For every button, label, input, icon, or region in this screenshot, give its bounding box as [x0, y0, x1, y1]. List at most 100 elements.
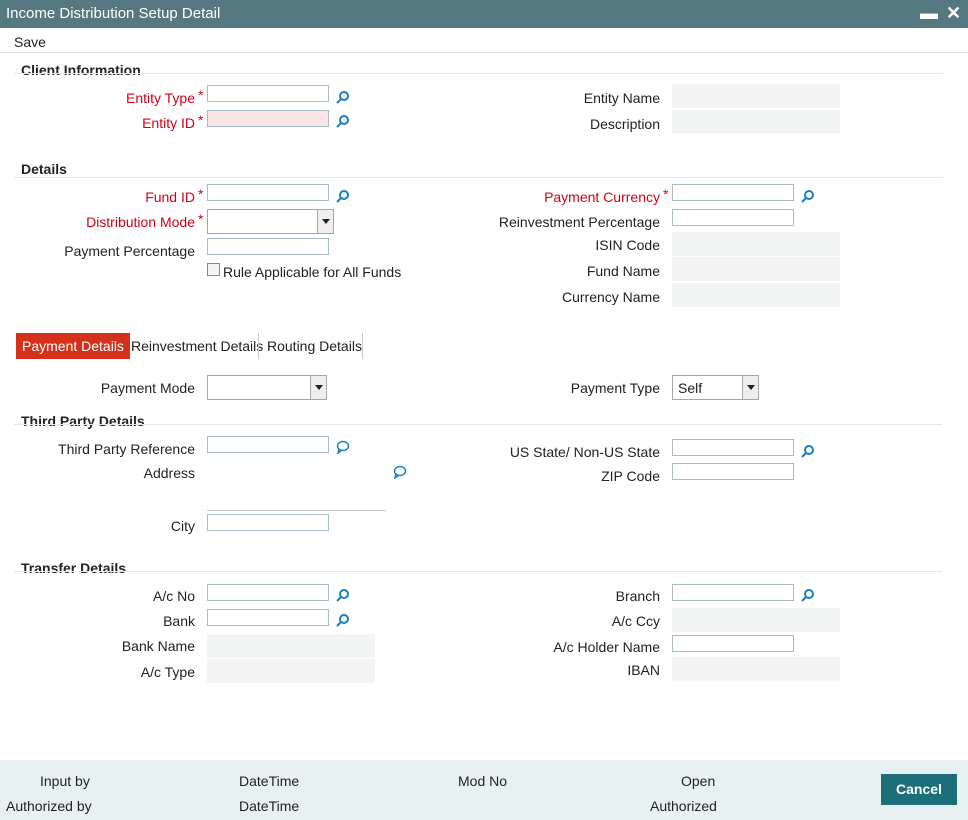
audit-footer: Input by Authorized by DateTime DateTime…: [0, 760, 968, 820]
ac-holder-name-label: A/c Holder Name: [553, 639, 660, 655]
city-input[interactable]: [207, 514, 329, 531]
us-state-lookup-icon[interactable]: [801, 444, 815, 458]
payment-type-select[interactable]: Self: [672, 375, 759, 400]
third-party-reference-input[interactable]: [207, 436, 329, 453]
required-mark: *: [198, 186, 204, 202]
ac-no-label: A/c No: [152, 588, 195, 604]
section-divider: [14, 177, 942, 178]
payment-mode-label: Payment Mode: [100, 380, 195, 396]
entity-name-label: Entity Name: [583, 90, 660, 106]
zip-code-label: ZIP Code: [601, 468, 660, 484]
entity-type-label: Entity Type: [125, 90, 195, 106]
menu-bar: Save: [0, 28, 968, 53]
bank-label: Bank: [163, 613, 195, 629]
currency-name-field: [672, 283, 840, 307]
iban-field: [672, 657, 840, 681]
third-party-details-heading: Third Party Details: [21, 413, 145, 429]
branch-label: Branch: [615, 588, 660, 604]
fund-id-label: Fund ID: [145, 189, 195, 205]
address-field[interactable]: [207, 510, 386, 511]
reinvestment-percentage-input[interactable]: [672, 209, 794, 226]
speech-bubble-icon[interactable]: [336, 440, 350, 454]
us-state-input[interactable]: [672, 439, 794, 456]
iban-label: IBAN: [627, 662, 660, 678]
chevron-down-icon[interactable]: [317, 210, 333, 233]
distribution-mode-label: Distribution Mode: [86, 214, 195, 230]
fund-name-field: [672, 257, 840, 281]
entity-id-lookup-icon[interactable]: [336, 114, 350, 128]
bank-name-field: [207, 634, 375, 658]
third-party-reference-label: Third Party Reference: [58, 441, 195, 457]
us-state-label: US State/ Non-US State: [509, 444, 660, 460]
payment-type-value: Self: [678, 380, 703, 396]
entity-id-label: Entity ID: [142, 115, 195, 131]
payment-percentage-input[interactable]: [207, 238, 329, 255]
section-divider: [14, 424, 942, 425]
entity-name-field: [672, 84, 840, 108]
required-mark: *: [198, 211, 204, 227]
payment-currency-lookup-icon[interactable]: [801, 189, 815, 203]
authorized-by-label: Authorized by: [6, 798, 92, 814]
entity-type-input[interactable]: [207, 85, 329, 102]
fund-id-lookup-icon[interactable]: [336, 189, 350, 203]
ac-type-field: [207, 659, 375, 683]
reinvestment-percentage-label: Reinvestment Percentage: [498, 214, 660, 230]
close-icon[interactable]: ✕: [946, 3, 961, 24]
ac-no-lookup-icon[interactable]: [336, 588, 350, 602]
details-heading: Details: [21, 161, 67, 177]
required-mark: *: [198, 87, 204, 103]
ac-no-input[interactable]: [207, 584, 329, 601]
fund-id-input[interactable]: [207, 184, 329, 201]
bank-lookup-icon[interactable]: [336, 613, 350, 627]
required-mark: *: [663, 186, 669, 202]
authorized-datetime-label: DateTime: [239, 798, 300, 814]
isin-code-field: [672, 232, 840, 256]
minimize-icon[interactable]: ▬: [920, 3, 938, 24]
cancel-button[interactable]: Cancel: [881, 774, 957, 805]
payment-currency-input[interactable]: [672, 184, 794, 201]
required-mark: *: [198, 112, 204, 128]
ac-ccy-label: A/c Ccy: [611, 613, 660, 629]
open-status-label: Open: [681, 773, 716, 789]
zip-code-input[interactable]: [672, 463, 794, 480]
payment-type-label: Payment Type: [570, 380, 660, 396]
description-field: [672, 110, 840, 134]
branch-lookup-icon[interactable]: [801, 588, 815, 602]
fund-name-label: Fund Name: [586, 263, 660, 279]
payment-currency-label: Payment Currency: [544, 189, 660, 205]
chevron-down-icon[interactable]: [742, 376, 758, 399]
speech-bubble-icon[interactable]: [393, 465, 407, 479]
address-label: Address: [143, 465, 195, 481]
bank-input[interactable]: [207, 609, 329, 626]
save-menu-item[interactable]: Save: [14, 34, 46, 50]
tab-separator: [258, 333, 259, 359]
ac-holder-name-input[interactable]: [672, 635, 794, 652]
payment-mode-select[interactable]: [207, 375, 327, 400]
isin-code-label: ISIN Code: [595, 237, 660, 253]
window-title: Income Distribution Setup Detail: [6, 5, 221, 22]
rule-applicable-label: Rule Applicable for All Funds: [223, 264, 402, 280]
branch-input[interactable]: [672, 584, 794, 601]
window-title-bar: Income Distribution Setup Detail ▬ ✕: [0, 0, 968, 28]
payment-percentage-label: Payment Percentage: [64, 243, 195, 259]
rule-applicable-checkbox[interactable]: [207, 263, 220, 276]
bank-name-label: Bank Name: [121, 638, 195, 654]
section-divider: [14, 571, 942, 572]
ac-type-label: A/c Type: [140, 664, 195, 680]
transfer-details-heading: Transfer Details: [21, 560, 127, 576]
distribution-mode-select[interactable]: [207, 209, 334, 234]
description-label: Description: [589, 116, 660, 132]
entity-id-input[interactable]: [207, 110, 329, 127]
tab-separator: [362, 333, 363, 359]
section-divider: [14, 73, 942, 74]
client-information-heading: Client Information: [21, 62, 141, 78]
input-datetime-label: DateTime: [239, 773, 300, 789]
entity-type-lookup-icon[interactable]: [336, 90, 350, 104]
input-by-label: Input by: [40, 773, 90, 789]
mod-no-label: Mod No: [458, 773, 508, 789]
chevron-down-icon[interactable]: [310, 376, 326, 399]
tab-payment-details[interactable]: Payment Details: [16, 333, 130, 359]
currency-name-label: Currency Name: [561, 289, 660, 305]
tab-routing-details[interactable]: Routing Details: [261, 333, 368, 359]
tab-reinvestment-details[interactable]: Reinvestment Details: [125, 333, 269, 359]
